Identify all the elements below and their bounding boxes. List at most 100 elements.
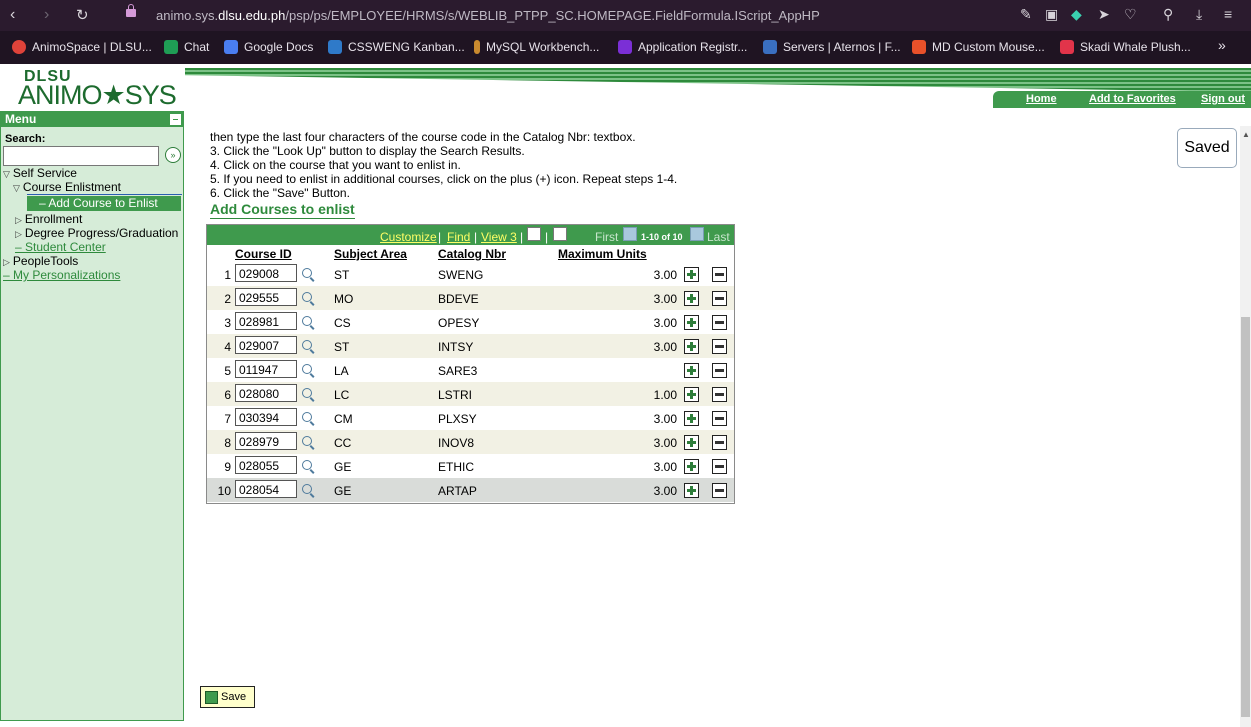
add-row-icon[interactable] <box>684 411 699 426</box>
lookup-icon[interactable] <box>302 292 312 302</box>
scroll-up-icon[interactable]: ▲ <box>1242 130 1250 139</box>
delete-row-icon[interactable] <box>712 339 727 354</box>
add-row-icon[interactable] <box>684 483 699 498</box>
sign-out-link[interactable]: Sign out <box>1201 93 1245 105</box>
delete-row-icon[interactable] <box>712 363 727 378</box>
course-id-input[interactable]: 029008 <box>235 264 297 282</box>
course-id-input[interactable]: 028080 <box>235 384 297 402</box>
menu-icon[interactable]: ≡ <box>1224 6 1232 22</box>
sidebar-item-peopletools[interactable]: ▷ PeopleTools <box>3 254 78 268</box>
delete-row-icon[interactable] <box>712 315 727 330</box>
delete-row-icon[interactable] <box>712 411 727 426</box>
add-row-icon[interactable] <box>684 339 699 354</box>
add-row-icon[interactable] <box>684 291 699 306</box>
add-to-favorites-link[interactable]: Add to Favorites <box>1089 93 1176 105</box>
delete-row-icon[interactable] <box>712 435 727 450</box>
bookmark-chat[interactable]: Chat <box>164 40 209 54</box>
logo-animosys: ANIMO★SYS <box>18 80 177 110</box>
lookup-icon[interactable] <box>302 268 312 278</box>
shield-icon[interactable]: ◆ <box>1071 6 1082 23</box>
reload-icon[interactable]: ↻ <box>76 6 89 24</box>
lookup-icon[interactable] <box>302 436 312 446</box>
course-id-input[interactable]: 029555 <box>235 288 297 306</box>
course-id-input[interactable]: 028979 <box>235 432 297 450</box>
first-link[interactable]: First <box>595 230 618 244</box>
course-id-input[interactable]: 028054 <box>235 480 297 498</box>
save-button[interactable]: Save <box>200 686 255 708</box>
lookup-icon[interactable] <box>302 340 312 350</box>
column-header-catalog-nbr[interactable]: Catalog Nbr <box>438 247 506 261</box>
view-link[interactable]: View 3 <box>481 230 517 244</box>
lookup-icon[interactable] <box>302 412 312 422</box>
more-bookmarks-icon[interactable]: » <box>1218 37 1226 53</box>
add-row-icon[interactable] <box>684 363 699 378</box>
sidebar-item-degree-progress[interactable]: ▷ Degree Progress/Graduation <box>15 226 178 240</box>
add-row-icon[interactable] <box>684 459 699 474</box>
bookmark-plush[interactable]: Skadi Whale Plush... <box>1060 40 1191 54</box>
sidebar-item-course-enlistment[interactable]: ▽ Course Enlistment <box>13 180 121 194</box>
search-go-icon[interactable]: » <box>165 147 181 163</box>
column-header-subject-area[interactable]: Subject Area <box>334 247 407 261</box>
add-row-icon[interactable] <box>684 387 699 402</box>
sidebar-item-student-center[interactable]: – Student Center <box>15 240 106 254</box>
delete-row-icon[interactable] <box>712 483 727 498</box>
column-header-maximum-units[interactable]: Maximum Units <box>558 247 647 261</box>
home-link[interactable]: Home <box>1026 93 1057 105</box>
bookmark-animospace[interactable]: AnimoSpace | DLSU... <box>12 40 152 54</box>
find-link[interactable]: Find <box>447 230 470 244</box>
delete-row-icon[interactable] <box>712 459 727 474</box>
sidebar-item-self-service[interactable]: ▽ Self Service <box>3 166 77 180</box>
send-icon[interactable]: ➤ <box>1098 6 1110 23</box>
bookmark-kanban[interactable]: CSSWENG Kanban... <box>328 40 465 54</box>
bookmark-application[interactable]: Application Registr... <box>618 40 747 54</box>
save-icon <box>205 691 218 704</box>
course-id-input[interactable]: 030394 <box>235 408 297 426</box>
subject-area: CC <box>334 436 352 450</box>
add-row-icon[interactable] <box>684 435 699 450</box>
zoom-icon[interactable] <box>527 227 541 241</box>
bookmark-mouse[interactable]: MD Custom Mouse... <box>912 40 1045 54</box>
address-bar[interactable]: animo.sys.dlsu.edu.ph/psp/ps/EMPLOYEE/HR… <box>156 8 820 23</box>
lookup-icon[interactable] <box>302 460 312 470</box>
lookup-icon[interactable] <box>302 388 312 398</box>
sidebar-item-my-personalizations[interactable]: – My Personalizations <box>3 268 120 282</box>
course-id-input[interactable]: 028055 <box>235 456 297 474</box>
lookup-icon[interactable] <box>302 316 312 326</box>
forward-icon[interactable]: › <box>44 6 49 24</box>
sidebar-item-add-course-to-enlist[interactable]: – Add Course to Enlist <box>27 196 181 211</box>
download-grid-icon[interactable] <box>553 227 567 241</box>
customize-link[interactable]: Customize <box>380 230 437 244</box>
heart-icon[interactable]: ♡ <box>1124 6 1137 23</box>
bookmark-google-docs[interactable]: Google Docs <box>224 40 313 54</box>
url-domain: dlsu.edu.ph <box>218 8 286 23</box>
lookup-icon[interactable] <box>302 484 312 494</box>
table-row: 7 030394 CM PLXSY 3.00 <box>207 406 734 430</box>
lookup-icon[interactable] <box>302 364 312 374</box>
edit-icon[interactable]: ✎ <box>1020 6 1032 23</box>
collapse-icon[interactable] <box>170 114 181 125</box>
previous-arrow-icon[interactable] <box>623 227 637 241</box>
menu-search-input[interactable] <box>3 146 159 166</box>
table-row: 5 011947 LA SARE3 <box>207 358 734 382</box>
bookmark-aternos[interactable]: Servers | Aternos | F... <box>763 40 901 54</box>
camera-icon[interactable]: ▣ <box>1045 6 1058 23</box>
add-row-icon[interactable] <box>684 267 699 282</box>
course-id-input[interactable]: 011947 <box>235 360 297 378</box>
course-id-input[interactable]: 028981 <box>235 312 297 330</box>
scrollbar-thumb[interactable] <box>1241 317 1250 717</box>
last-link[interactable]: Last <box>707 230 730 244</box>
back-icon[interactable]: ‹ <box>10 6 15 24</box>
add-row-icon[interactable] <box>684 315 699 330</box>
download-icon[interactable]: ⤓ <box>1196 6 1202 23</box>
bookmark-mysql[interactable]: MySQL Workbench... <box>474 40 599 54</box>
course-id-input[interactable]: 029007 <box>235 336 297 354</box>
sidebar-item-enrollment[interactable]: ▷ Enrollment <box>15 212 82 226</box>
delete-row-icon[interactable] <box>712 291 727 306</box>
page-scrollbar[interactable]: ▲ <box>1240 126 1251 727</box>
next-arrow-icon[interactable] <box>690 227 704 241</box>
delete-row-icon[interactable] <box>712 387 727 402</box>
column-header-course-id[interactable]: Course ID <box>235 247 292 261</box>
delete-row-icon[interactable] <box>712 267 727 282</box>
profile-icon[interactable]: ⚲ <box>1163 6 1173 23</box>
table-row: 10 028054 GE ARTAP 3.00 <box>207 478 734 502</box>
